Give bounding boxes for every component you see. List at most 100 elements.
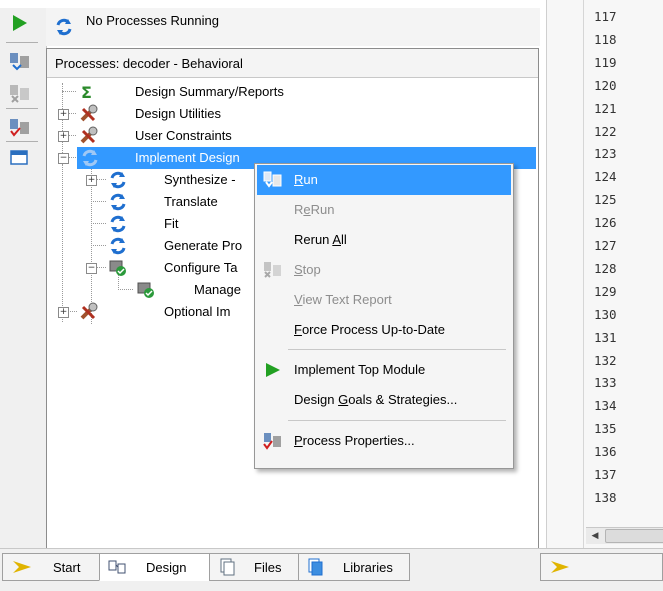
svg-text:Σ: Σ <box>81 83 92 101</box>
bottom-tab-bar: Start Design Files Libraries <box>0 548 663 591</box>
toolbar-divider <box>6 141 38 142</box>
expand-icon[interactable]: + <box>86 175 97 186</box>
tree-item-label: Configure Ta <box>164 260 238 275</box>
stop-process-icon[interactable] <box>8 82 32 104</box>
tree-item-label: Generate Pro <box>164 238 243 253</box>
tree-item-label: Optional Im <box>164 304 231 319</box>
gutter-separator <box>583 0 584 548</box>
menu-item-run[interactable]: Run <box>257 165 511 195</box>
expand-icon[interactable]: + <box>58 109 69 120</box>
tools-icon <box>79 104 99 127</box>
menu-item-label: Force Process Up-to-Date <box>294 322 446 337</box>
context-menu: Run ReRun Rerun All Stop View Text Repor… <box>254 163 514 469</box>
tab-label: Design <box>146 560 187 575</box>
line-number: 127 <box>594 238 617 253</box>
line-number: 135 <box>594 421 617 437</box>
menu-item-force-up-to-date[interactable]: Force Process Up-to-Date <box>257 315 511 345</box>
files-icon <box>219 558 237 579</box>
menu-item-label: Run <box>294 172 318 187</box>
tab-design[interactable]: Design <box>99 553 210 581</box>
process-arrows-icon <box>108 215 128 236</box>
menu-item-implement-top-module[interactable]: Implement Top Module <box>257 355 511 385</box>
process-arrows-icon <box>80 149 100 170</box>
menu-item-label: Design Goals & Strategies... <box>294 392 458 407</box>
collapse-icon[interactable]: − <box>58 153 69 164</box>
menu-item-rerun[interactable]: ReRun <box>257 195 511 225</box>
tree-item-label: Manage <box>194 282 241 297</box>
line-number: 123 <box>594 146 617 162</box>
tools-icon <box>79 126 99 149</box>
line-number: 118 <box>594 31 617 47</box>
sigma-icon: Σ <box>79 83 97 104</box>
run-icon[interactable] <box>8 12 32 34</box>
menu-separator <box>288 420 506 421</box>
rerun-process-icon[interactable] <box>8 50 32 72</box>
process-properties-icon <box>263 432 283 450</box>
scroll-left-icon[interactable]: ◀ <box>588 528 602 542</box>
process-arrows-icon <box>108 237 128 258</box>
line-number: 125 <box>594 192 617 208</box>
menu-item-label: ReRun <box>294 202 335 217</box>
device-config-icon <box>108 258 128 281</box>
tree-item-label: Fit <box>164 216 179 231</box>
tree-item-user-constraints[interactable]: + User Constraints <box>47 125 536 147</box>
menu-item-rerun-all[interactable]: Rerun All <box>257 225 511 255</box>
tab-libraries[interactable]: Libraries <box>298 553 410 581</box>
run-icon <box>263 361 283 379</box>
line-number: 131 <box>594 329 617 345</box>
tab-start[interactable]: Start <box>2 553 100 581</box>
menu-separator <box>288 349 506 350</box>
menu-item-process-properties[interactable]: Process Properties... <box>257 426 511 456</box>
start-arrow-icon <box>11 559 33 578</box>
processes-header: Processes: decoder - Behavioral <box>47 49 538 78</box>
processes-title: Processes: decoder - Behavioral <box>55 56 243 71</box>
tree-item-design-summary[interactable]: Σ Design Summary/Reports <box>47 81 536 103</box>
tree-item-design-utilities[interactable]: + Design Utilities <box>47 103 536 125</box>
line-number: 119 <box>594 54 617 70</box>
menu-item-design-goals[interactable]: Design Goals & Strategies... <box>257 385 511 415</box>
tree-item-label: User Constraints <box>135 128 232 143</box>
tree-item-label: Translate <box>164 194 218 209</box>
line-number: 117 <box>594 9 617 24</box>
process-status-icon <box>54 18 74 39</box>
tree-item-label: Implement Design <box>135 150 240 165</box>
line-number: 138 <box>594 489 617 505</box>
line-number: 128 <box>594 260 617 276</box>
run-process-icon <box>263 171 283 189</box>
stop-process-icon <box>263 261 283 279</box>
menu-item-view-text-report[interactable]: View Text Report <box>257 285 511 315</box>
tools-icon <box>79 302 99 325</box>
scrollbar-thumb[interactable] <box>605 529 663 543</box>
menu-item-label: Stop <box>294 262 321 277</box>
line-number: 120 <box>594 77 617 93</box>
line-number: 137 <box>594 467 617 482</box>
line-number: 129 <box>594 283 617 299</box>
menu-item-stop[interactable]: Stop <box>257 255 511 285</box>
tab-files[interactable]: Files <box>209 553 299 581</box>
expand-icon[interactable]: + <box>58 307 69 318</box>
window-icon[interactable] <box>8 148 32 170</box>
toolbar-divider <box>6 42 38 43</box>
process-arrows-icon <box>108 171 128 192</box>
line-number: 126 <box>594 215 617 231</box>
process-properties-icon[interactable] <box>8 116 32 138</box>
tab-label: Libraries <box>343 560 393 575</box>
expand-icon[interactable]: + <box>58 131 69 142</box>
menu-item-label: Rerun All <box>294 232 347 247</box>
tree-item-label: Synthesize - <box>164 172 236 187</box>
menu-item-label: Implement Top Module <box>294 362 426 377</box>
collapse-icon[interactable]: − <box>86 263 97 274</box>
design-icon <box>108 559 128 578</box>
line-number: 133 <box>594 375 617 391</box>
line-number: 122 <box>594 123 617 139</box>
tab-editor-start[interactable] <box>540 553 663 581</box>
toolbar-divider <box>6 108 38 109</box>
tree-item-label: Design Utilities <box>135 106 221 121</box>
line-number: 121 <box>594 100 617 116</box>
processes-toolbar <box>0 8 47 548</box>
line-number: 136 <box>594 444 617 460</box>
status-text: No Processes Running <box>86 13 219 28</box>
tab-label: Start <box>53 560 81 575</box>
line-number: 124 <box>594 169 617 185</box>
tab-label: Files <box>254 560 282 575</box>
